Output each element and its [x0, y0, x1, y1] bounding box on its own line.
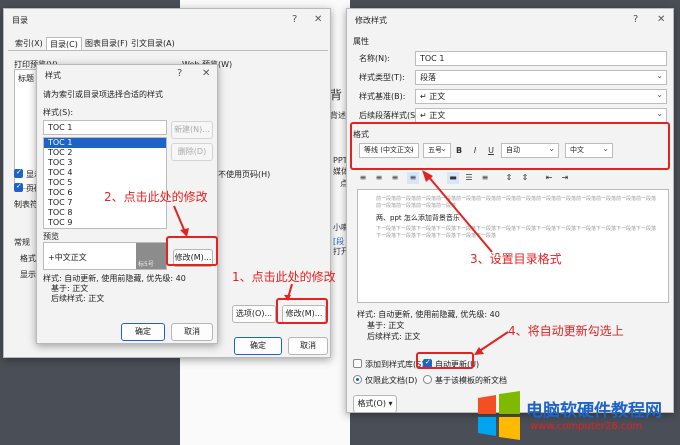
- new-docs-template-label: 基于该模板的新文档: [435, 376, 507, 385]
- styles-label: 样式(S):: [43, 108, 74, 117]
- arrow-icon: [284, 283, 293, 301]
- only-this-doc-radio[interactable]: [353, 375, 362, 384]
- style-cancel-button[interactable]: 取消: [171, 323, 213, 341]
- toc-cancel-button[interactable]: 取消: [288, 337, 328, 355]
- following-style-label: 后续段落样式(S):: [359, 111, 422, 120]
- styles-list[interactable]: TOC 1 TOC 2 TOC 3 TOC 4 TOC 5 TOC 6 TOC …: [43, 137, 167, 229]
- space-before-icon[interactable]: ⇕: [503, 172, 515, 184]
- annotation-step2: 2、点击此处的修改: [104, 190, 208, 204]
- close-icon[interactable]: ✕: [657, 14, 665, 25]
- list-item[interactable]: TOC 2: [44, 148, 166, 158]
- arrow-icon: [173, 205, 189, 237]
- no-page-hyperlinks-label: 不使用页码(H): [218, 170, 271, 179]
- align-right-icon[interactable]: ≡: [389, 172, 401, 184]
- name-label: 名称(N):: [359, 54, 390, 63]
- dialog-title: 目录: [12, 16, 28, 25]
- tab-figures[interactable]: 图表目录(F): [82, 37, 131, 50]
- preview-size-tag: 标5号: [136, 243, 166, 269]
- watermark-url: www.computer26.com: [530, 421, 643, 432]
- preview-label: 预览: [43, 232, 59, 241]
- right-align-checkbox[interactable]: [14, 182, 23, 192]
- delete-style-button[interactable]: 删除(D): [171, 143, 213, 161]
- style-type-select[interactable]: 段落: [415, 69, 667, 85]
- decrease-indent-icon[interactable]: ⇤: [543, 172, 555, 184]
- list-item[interactable]: TOC 5: [44, 178, 166, 188]
- help-icon[interactable]: ?: [292, 14, 297, 25]
- list-item[interactable]: TOC 8: [44, 208, 166, 218]
- style-name-input[interactable]: TOC 1: [43, 120, 167, 135]
- formats-label: 格式: [20, 254, 36, 263]
- toc-ok-button[interactable]: 确定: [234, 337, 282, 355]
- bg-text: 背: [330, 88, 343, 102]
- based-on-select[interactable]: ↵ 正文: [415, 88, 667, 104]
- style-name-field[interactable]: TOC 1: [415, 51, 667, 66]
- windows-logo-icon: [478, 391, 520, 440]
- watermark-logo: [476, 390, 522, 442]
- style-preview-box: +中文正文 标5号: [43, 242, 167, 270]
- new-style-button[interactable]: 新建(N)...: [171, 121, 213, 139]
- properties-label: 属性: [353, 37, 369, 46]
- style-instruction: 请为索引或目录项选择合适的样式: [43, 90, 163, 99]
- tab-toc[interactable]: 目录(C): [46, 37, 82, 50]
- format-menu-button[interactable]: 格式(O) ▾: [353, 395, 397, 413]
- watermark-title: 电脑软硬件教程网: [526, 401, 662, 421]
- preview-text: +中文正文: [48, 253, 87, 262]
- highlight-style-modify: [166, 236, 218, 266]
- highlight-auto-update: [416, 352, 474, 369]
- align-center-icon[interactable]: ≡: [373, 172, 385, 184]
- style-ok-button[interactable]: 确定: [121, 323, 165, 341]
- help-icon[interactable]: ?: [633, 14, 638, 25]
- add-to-gallery-checkbox[interactable]: [353, 359, 362, 368]
- tab-leader-label: 制表符: [14, 200, 38, 209]
- modify-preview-box: 前一段落前一段落前一段落前一段落前一段落前一段落前一段落前一段落前一段落前一段落…: [357, 189, 669, 303]
- arrow-icon: [422, 170, 493, 253]
- dialog-title: 样式: [45, 71, 61, 80]
- options-button[interactable]: 选项(O)...: [232, 305, 276, 323]
- type-label: 样式类型(T):: [359, 73, 405, 82]
- preview-size-text: 标5号: [138, 261, 154, 268]
- list-item[interactable]: TOC 3: [44, 158, 166, 168]
- arrow-icon: [474, 331, 509, 355]
- tab-divider: [8, 50, 328, 51]
- tab-citations[interactable]: 引文目录(A): [128, 37, 178, 50]
- following-style-select[interactable]: ↵ 正文: [415, 107, 667, 123]
- based-on-label: 样式基准(B):: [359, 92, 406, 101]
- increase-indent-icon[interactable]: ⇥: [559, 172, 571, 184]
- highlight-format-toolbar: [350, 122, 670, 170]
- close-icon[interactable]: ✕: [314, 14, 322, 25]
- align-left-icon[interactable]: ≡: [357, 172, 369, 184]
- new-docs-template-radio[interactable]: [423, 375, 432, 384]
- general-label: 常规: [14, 238, 30, 247]
- bg-text: 背述: [330, 111, 346, 120]
- help-icon[interactable]: ?: [177, 68, 182, 79]
- list-item[interactable]: TOC 1: [44, 138, 166, 148]
- annotation-step4: 4、将自动更新勾选上: [508, 324, 624, 338]
- preview-heading: 标题: [18, 74, 34, 83]
- show-page-numbers-checkbox[interactable]: [14, 168, 23, 178]
- tab-index[interactable]: 索引(X): [12, 37, 46, 50]
- list-item[interactable]: TOC 9: [44, 218, 166, 228]
- show-levels-label: 显示: [20, 270, 36, 279]
- style-description: 样式: 自动更新, 使用前隐藏, 优先级: 40 基于: 正文 后续样式: 正文: [43, 274, 186, 303]
- close-icon[interactable]: ✕: [202, 68, 210, 79]
- dialog-title: 修改样式: [355, 16, 387, 25]
- space-after-icon[interactable]: ⇕: [519, 172, 531, 184]
- only-this-doc-label: 仅限此文档(D): [365, 376, 418, 385]
- list-item[interactable]: TOC 4: [44, 168, 166, 178]
